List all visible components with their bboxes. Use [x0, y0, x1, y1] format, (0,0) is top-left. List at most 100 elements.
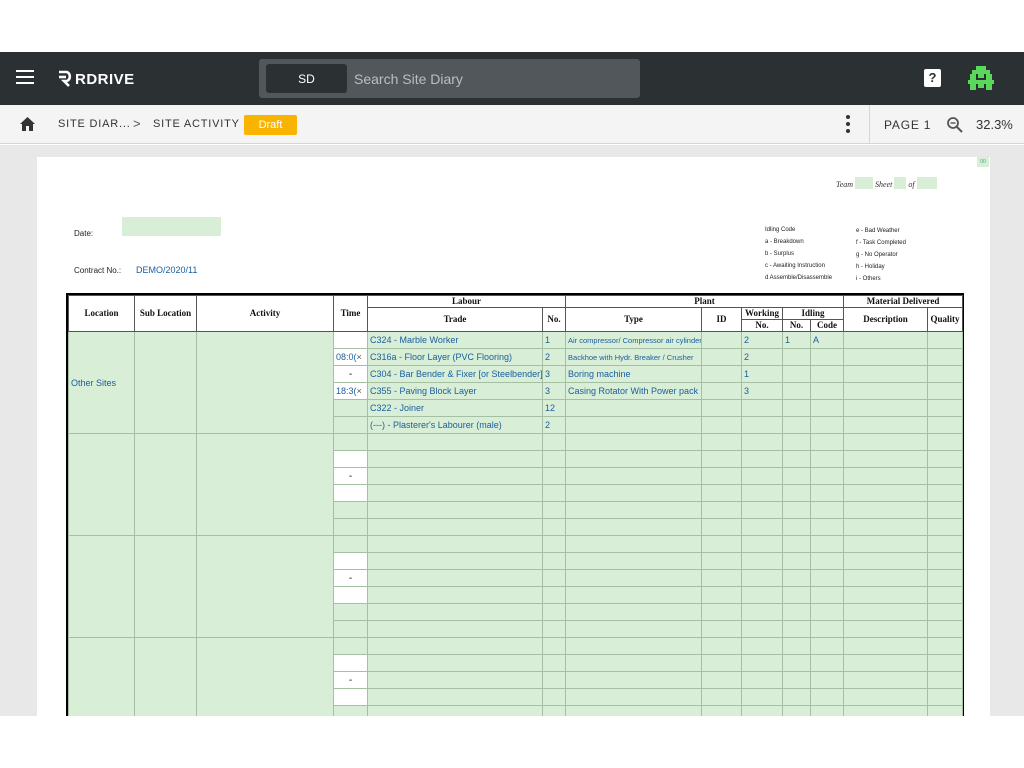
breadcrumb-site-diary[interactable]: SITE DIAR...	[58, 118, 131, 130]
idling-code-cell[interactable]	[810, 484, 845, 502]
date-field[interactable]	[122, 217, 221, 236]
more-options-icon[interactable]	[846, 115, 850, 133]
plant-type-cell[interactable]	[565, 586, 703, 604]
idling-no-cell[interactable]	[782, 399, 812, 417]
material-description-cell[interactable]	[843, 705, 929, 716]
plant-id-cell[interactable]	[701, 620, 743, 638]
idling-no-cell[interactable]	[782, 518, 812, 536]
plant-id-cell[interactable]	[701, 705, 743, 716]
idling-code-cell[interactable]	[810, 552, 845, 570]
plant-type-cell[interactable]	[565, 705, 703, 716]
trade-cell[interactable]	[367, 671, 543, 689]
time-cell[interactable]	[333, 518, 368, 536]
material-description-cell[interactable]	[843, 552, 929, 570]
labour-no-cell[interactable]	[541, 450, 567, 468]
material-quality-cell[interactable]	[927, 382, 964, 400]
plant-type-cell[interactable]	[565, 688, 703, 706]
labour-no-cell[interactable]	[541, 586, 567, 604]
working-no-cell[interactable]	[741, 416, 784, 434]
labour-no-cell[interactable]	[541, 484, 567, 502]
plant-id-cell[interactable]	[701, 552, 743, 570]
material-description-cell[interactable]	[843, 671, 929, 689]
idling-code-cell[interactable]	[810, 654, 845, 672]
plant-id-cell[interactable]	[701, 688, 743, 706]
time-cell[interactable]	[333, 501, 368, 519]
plant-type-cell[interactable]	[565, 603, 703, 621]
labour-no-cell[interactable]	[541, 603, 567, 621]
labour-no-cell[interactable]	[541, 569, 567, 587]
material-quality-cell[interactable]	[927, 705, 964, 716]
labour-no-cell[interactable]: 1	[541, 331, 567, 349]
help-icon[interactable]: ?	[924, 69, 941, 87]
working-no-cell[interactable]	[741, 603, 784, 621]
sub-location-cell[interactable]	[134, 637, 197, 716]
plant-id-cell[interactable]	[701, 501, 743, 519]
sub-location-cell[interactable]	[134, 535, 197, 638]
plant-type-cell[interactable]: Boring machine	[565, 365, 703, 383]
material-quality-cell[interactable]	[927, 450, 964, 468]
idling-code-cell[interactable]	[810, 416, 845, 434]
idling-code-cell[interactable]	[810, 382, 845, 400]
time-cell[interactable]	[333, 399, 368, 417]
working-no-cell[interactable]: 2	[741, 331, 784, 349]
idling-no-cell[interactable]	[782, 433, 812, 451]
trade-cell[interactable]	[367, 586, 543, 604]
time-start[interactable]: 08:0(	[336, 352, 357, 362]
idling-code-cell[interactable]	[810, 433, 845, 451]
plant-id-cell[interactable]	[701, 518, 743, 536]
material-quality-cell[interactable]	[927, 484, 964, 502]
material-description-cell[interactable]	[843, 535, 929, 553]
idling-code-cell[interactable]	[810, 535, 845, 553]
plant-id-cell[interactable]	[701, 654, 743, 672]
idling-no-cell[interactable]	[782, 348, 812, 366]
idling-no-cell[interactable]	[782, 569, 812, 587]
sub-location-cell[interactable]	[134, 433, 197, 536]
home-icon[interactable]	[19, 116, 36, 132]
idling-no-cell[interactable]	[782, 654, 812, 672]
material-quality-cell[interactable]	[927, 535, 964, 553]
time-cell[interactable]	[333, 586, 368, 604]
plant-id-cell[interactable]	[701, 365, 743, 383]
labour-no-cell[interactable]	[541, 552, 567, 570]
time-end[interactable]: 18:3(	[336, 386, 357, 396]
plant-id-cell[interactable]	[701, 535, 743, 553]
of-field[interactable]	[916, 177, 937, 189]
plant-id-cell[interactable]	[701, 637, 743, 655]
material-quality-cell[interactable]	[927, 637, 964, 655]
material-quality-cell[interactable]	[927, 603, 964, 621]
plant-id-cell[interactable]	[701, 399, 743, 417]
material-description-cell[interactable]	[843, 348, 929, 366]
idling-code-cell[interactable]	[810, 450, 845, 468]
material-description-cell[interactable]	[843, 416, 929, 434]
material-description-cell[interactable]	[843, 603, 929, 621]
idling-no-cell[interactable]: 1	[782, 331, 812, 349]
trade-cell[interactable]	[367, 603, 543, 621]
plant-type-cell[interactable]	[565, 416, 703, 434]
material-quality-cell[interactable]	[927, 501, 964, 519]
plant-id-cell[interactable]	[701, 484, 743, 502]
idling-code-cell[interactable]	[810, 603, 845, 621]
plant-type-cell[interactable]	[565, 552, 703, 570]
time-cell[interactable]	[333, 552, 368, 570]
time-cell[interactable]	[333, 654, 368, 672]
idling-code-cell[interactable]	[810, 637, 845, 655]
material-description-cell[interactable]	[843, 331, 929, 349]
material-quality-cell[interactable]	[927, 467, 964, 485]
labour-no-cell[interactable]: 2	[541, 348, 567, 366]
working-no-cell[interactable]	[741, 620, 784, 638]
material-description-cell[interactable]	[843, 620, 929, 638]
idling-code-cell[interactable]	[810, 569, 845, 587]
plant-type-cell[interactable]	[565, 433, 703, 451]
working-no-cell[interactable]	[741, 518, 784, 536]
trade-cell[interactable]	[367, 535, 543, 553]
plant-id-cell[interactable]	[701, 603, 743, 621]
plant-type-cell[interactable]	[565, 450, 703, 468]
labour-no-cell[interactable]	[541, 535, 567, 553]
idling-no-cell[interactable]	[782, 705, 812, 716]
working-no-cell[interactable]	[741, 501, 784, 519]
plant-type-cell[interactable]	[565, 501, 703, 519]
material-description-cell[interactable]	[843, 518, 929, 536]
material-description-cell[interactable]	[843, 399, 929, 417]
idling-no-cell[interactable]	[782, 450, 812, 468]
idling-no-cell[interactable]	[782, 637, 812, 655]
